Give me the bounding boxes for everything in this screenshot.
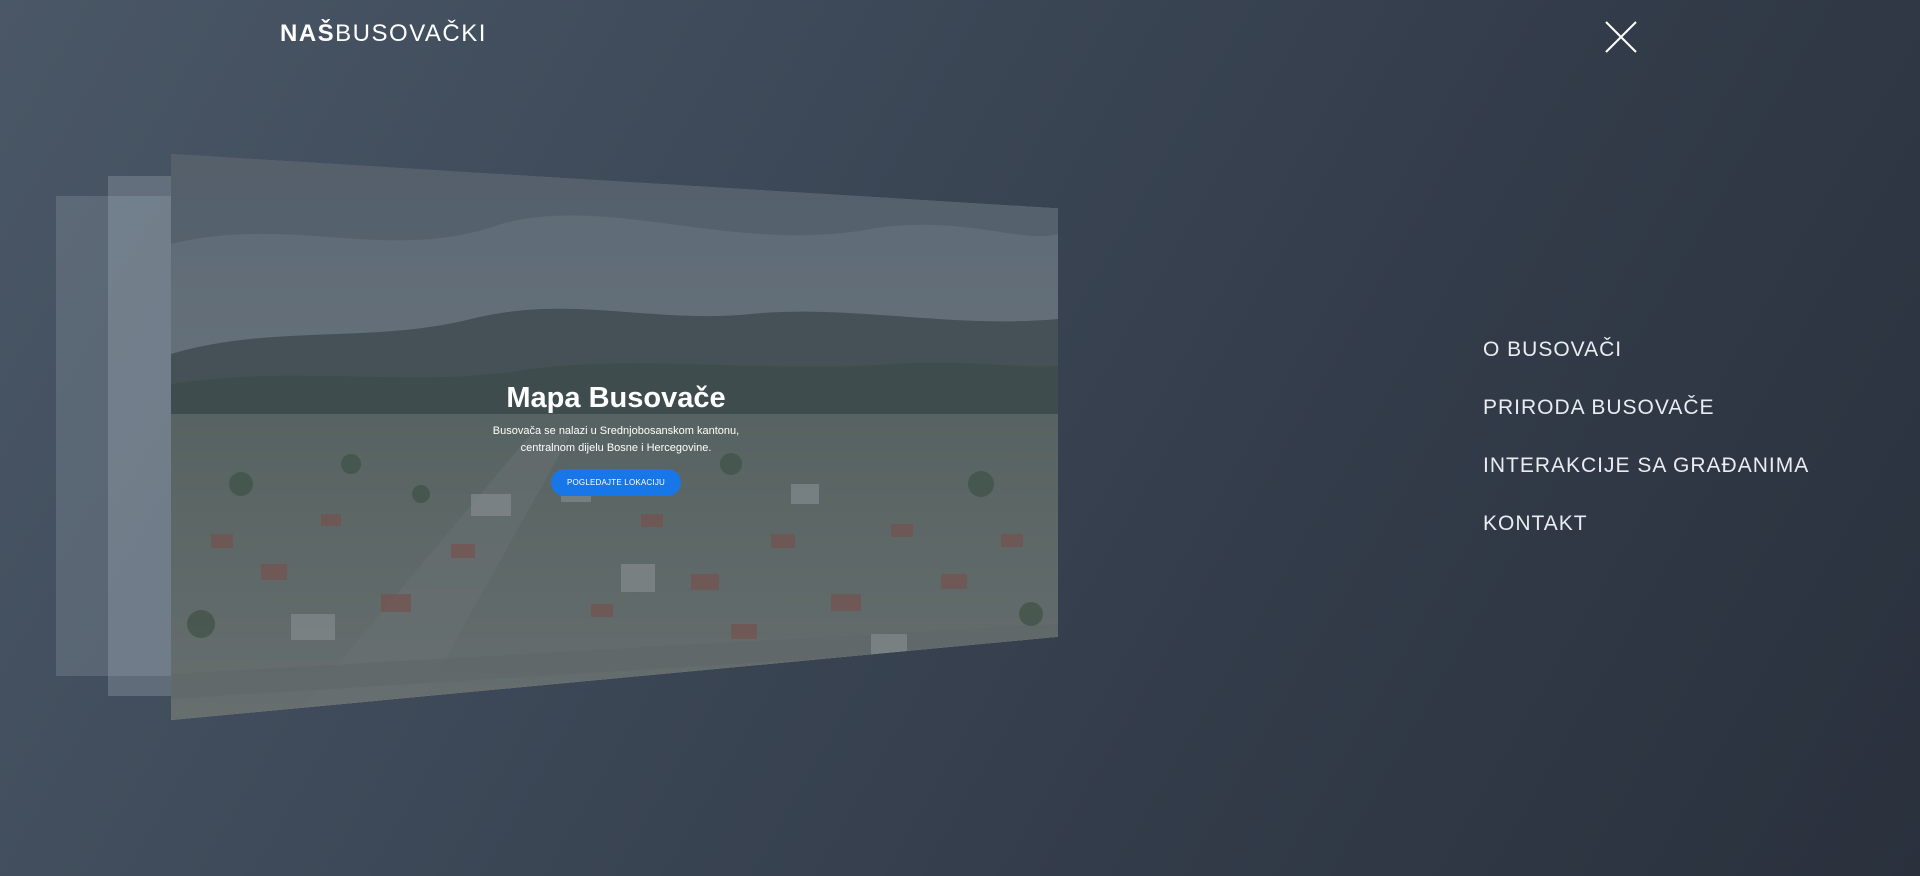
main-navigation: O BUSOVAČI PRIRODA BUSOVAČE INTERAKCIJE …: [1483, 335, 1809, 567]
slide-content: Mapa Busovače Busovača se nalazi u Sredn…: [491, 382, 741, 496]
slide-description: Busovača se nalazi u Srednjobosanskom ka…: [491, 423, 741, 457]
nav-item-kontakt[interactable]: KONTAKT: [1483, 509, 1809, 567]
close-menu-button[interactable]: [1604, 20, 1638, 54]
featured-slide: Mapa Busovače Busovača se nalazi u Sredn…: [171, 154, 1058, 720]
slide-title: Mapa Busovače: [506, 382, 726, 414]
nav-item-o-busovaci[interactable]: O BUSOVAČI: [1483, 335, 1809, 393]
view-location-button[interactable]: POGLEDAJTE LOKACIJU: [550, 469, 682, 496]
nav-item-interakcije[interactable]: INTERAKCIJE SA GRAĐANIMA: [1483, 451, 1809, 509]
logo-bold-text: NAŠ: [280, 20, 336, 47]
logo-light-text: BUSOVAČKI: [335, 20, 487, 47]
nav-item-priroda-busovace[interactable]: PRIRODA BUSOVAČE: [1483, 393, 1809, 451]
close-icon: [1605, 21, 1637, 53]
slide-description-line1: Busovača se nalazi u Srednjobosanskom ka…: [492, 425, 740, 437]
site-logo[interactable]: NAŠBUSOVAČKI: [280, 20, 487, 48]
slide-description-line2: centralnom dijelu Bosne i Hercegovine.: [520, 442, 712, 454]
